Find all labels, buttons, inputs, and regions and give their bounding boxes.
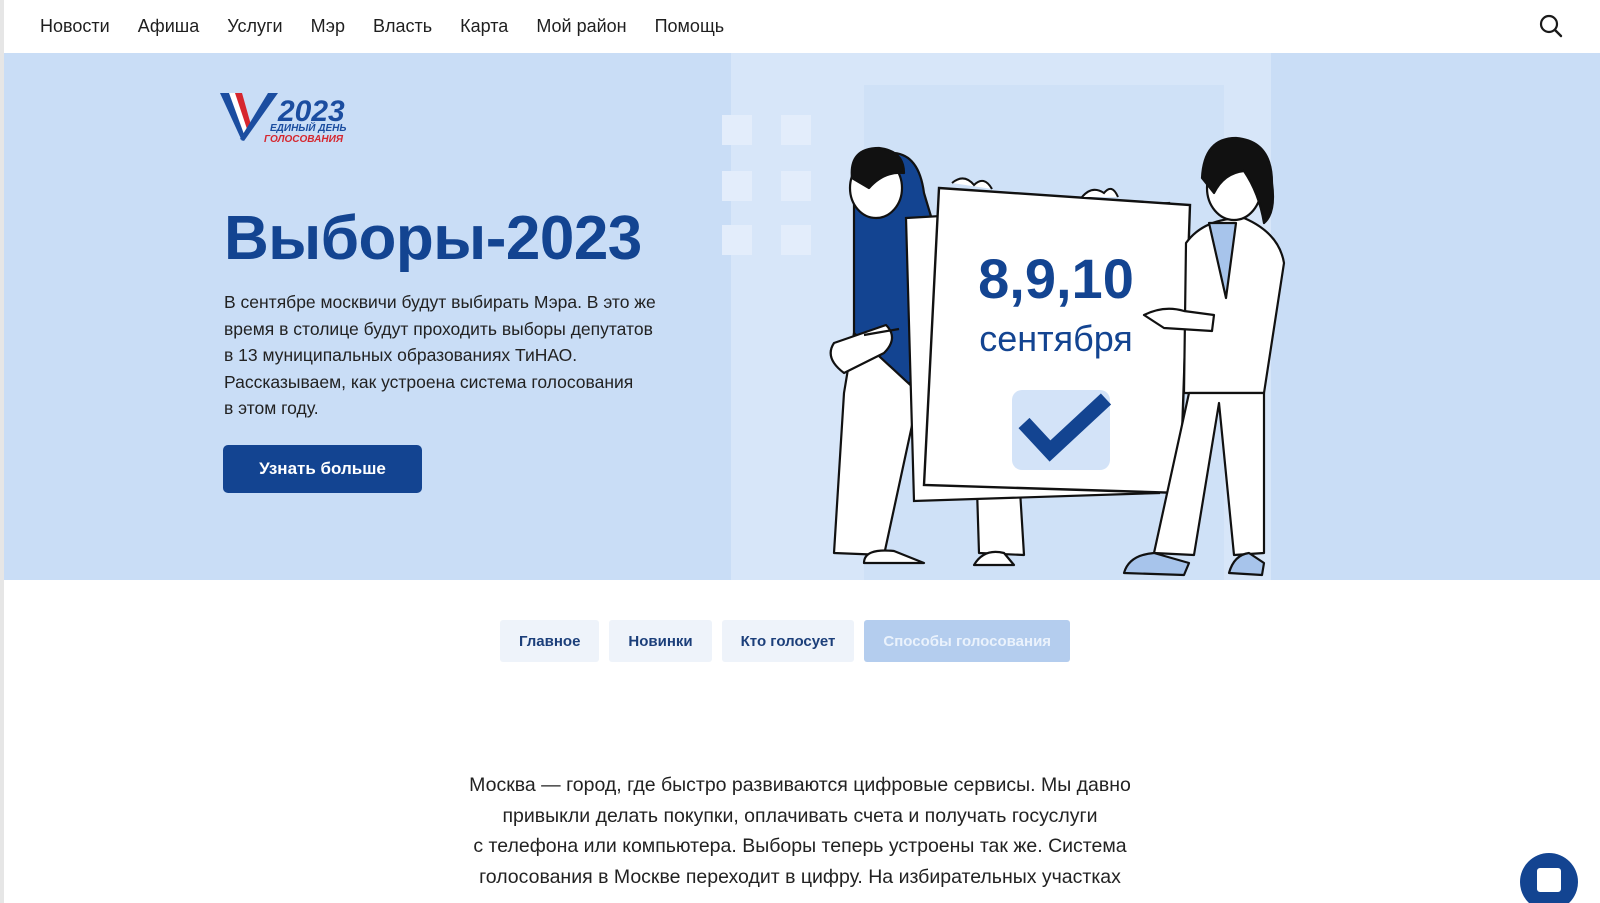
chat-button[interactable]: [1520, 853, 1578, 903]
search-button[interactable]: [1538, 13, 1564, 39]
article-line: с телефона или компьютера. Выборы теперь…: [473, 835, 1127, 857]
top-navigation: Новости Афиша Услуги Мэр Власть Карта Мо…: [4, 0, 1600, 53]
election-2023-logo: 2023 ЕДИНЫЙ ДЕНЬ ГОЛОСОВАНИЯ: [220, 93, 346, 145]
section-tabs: Главное Новинки Кто голосует Способы гол…: [500, 620, 1071, 662]
hero-banner: 2023 ЕДИНЫЙ ДЕНЬ ГОЛОСОВАНИЯ Выборы-2023…: [4, 53, 1600, 580]
learn-more-button[interactable]: Узнать больше: [223, 445, 422, 493]
decor-square: [722, 115, 752, 145]
tab-who-votes[interactable]: Кто голосует: [721, 620, 855, 662]
chat-bubble-icon: [1537, 868, 1561, 892]
hero-illustration: 8,9,10 сентября: [829, 136, 1286, 577]
hero-description-line: время в столице будут проходить выборы д…: [224, 318, 653, 339]
search-icon: [1539, 14, 1563, 38]
article-intro: Москва — город, где быстро развиваются ц…: [0, 770, 1600, 892]
hero-description-line: В сентябре москвичи будут выбирать Мэра.…: [224, 292, 656, 312]
nav-item-help[interactable]: Помощь: [655, 16, 725, 37]
hero-description-line: в 13 муниципальных образованиях ТиНАО.: [224, 345, 578, 365]
nav-item-government[interactable]: Власть: [373, 16, 432, 37]
svg-text:8,9,10: 8,9,10: [978, 247, 1134, 310]
tab-new[interactable]: Новинки: [609, 620, 712, 662]
nav-item-map[interactable]: Карта: [460, 16, 508, 37]
nav-item-news[interactable]: Новости: [40, 16, 110, 37]
hero-description: В сентябре москвичи будут выбирать Мэра.…: [224, 289, 704, 422]
nav-menu: Новости Афиша Услуги Мэр Власть Карта Мо…: [40, 16, 752, 37]
date-poster: 8,9,10 сентября: [922, 177, 1192, 495]
tab-main[interactable]: Главное: [500, 620, 600, 662]
nav-item-services[interactable]: Услуги: [227, 16, 282, 37]
decor-square: [781, 225, 811, 255]
svg-text:ГОЛОСОВАНИЯ: ГОЛОСОВАНИЯ: [264, 134, 344, 145]
decor-square: [722, 225, 752, 255]
decor-square: [722, 171, 752, 201]
article-line: голосования в Москве переходит в цифру. …: [479, 865, 1121, 888]
article-line: привыкли делать покупки, оплачивать счет…: [502, 804, 1098, 827]
article-line: Москва — город, где быстро развиваются ц…: [469, 774, 1131, 796]
nav-item-my-district[interactable]: Мой район: [536, 16, 626, 37]
decor-square: [781, 171, 811, 201]
svg-text:ЕДИНЫЙ ДЕНЬ: ЕДИНЫЙ ДЕНЬ: [270, 121, 346, 134]
svg-text:сентября: сентября: [979, 318, 1133, 359]
nav-item-mayor[interactable]: Мэр: [311, 16, 345, 37]
tab-voting-methods[interactable]: Способы голосования: [864, 620, 1071, 662]
nav-item-afisha[interactable]: Афиша: [138, 16, 200, 37]
hero-description-line: в этом году.: [224, 398, 319, 418]
hero-title: Выборы-2023: [224, 204, 642, 273]
hero-description-line: Рассказываем, как устроена система голос…: [224, 371, 634, 392]
decor-square: [781, 115, 811, 145]
